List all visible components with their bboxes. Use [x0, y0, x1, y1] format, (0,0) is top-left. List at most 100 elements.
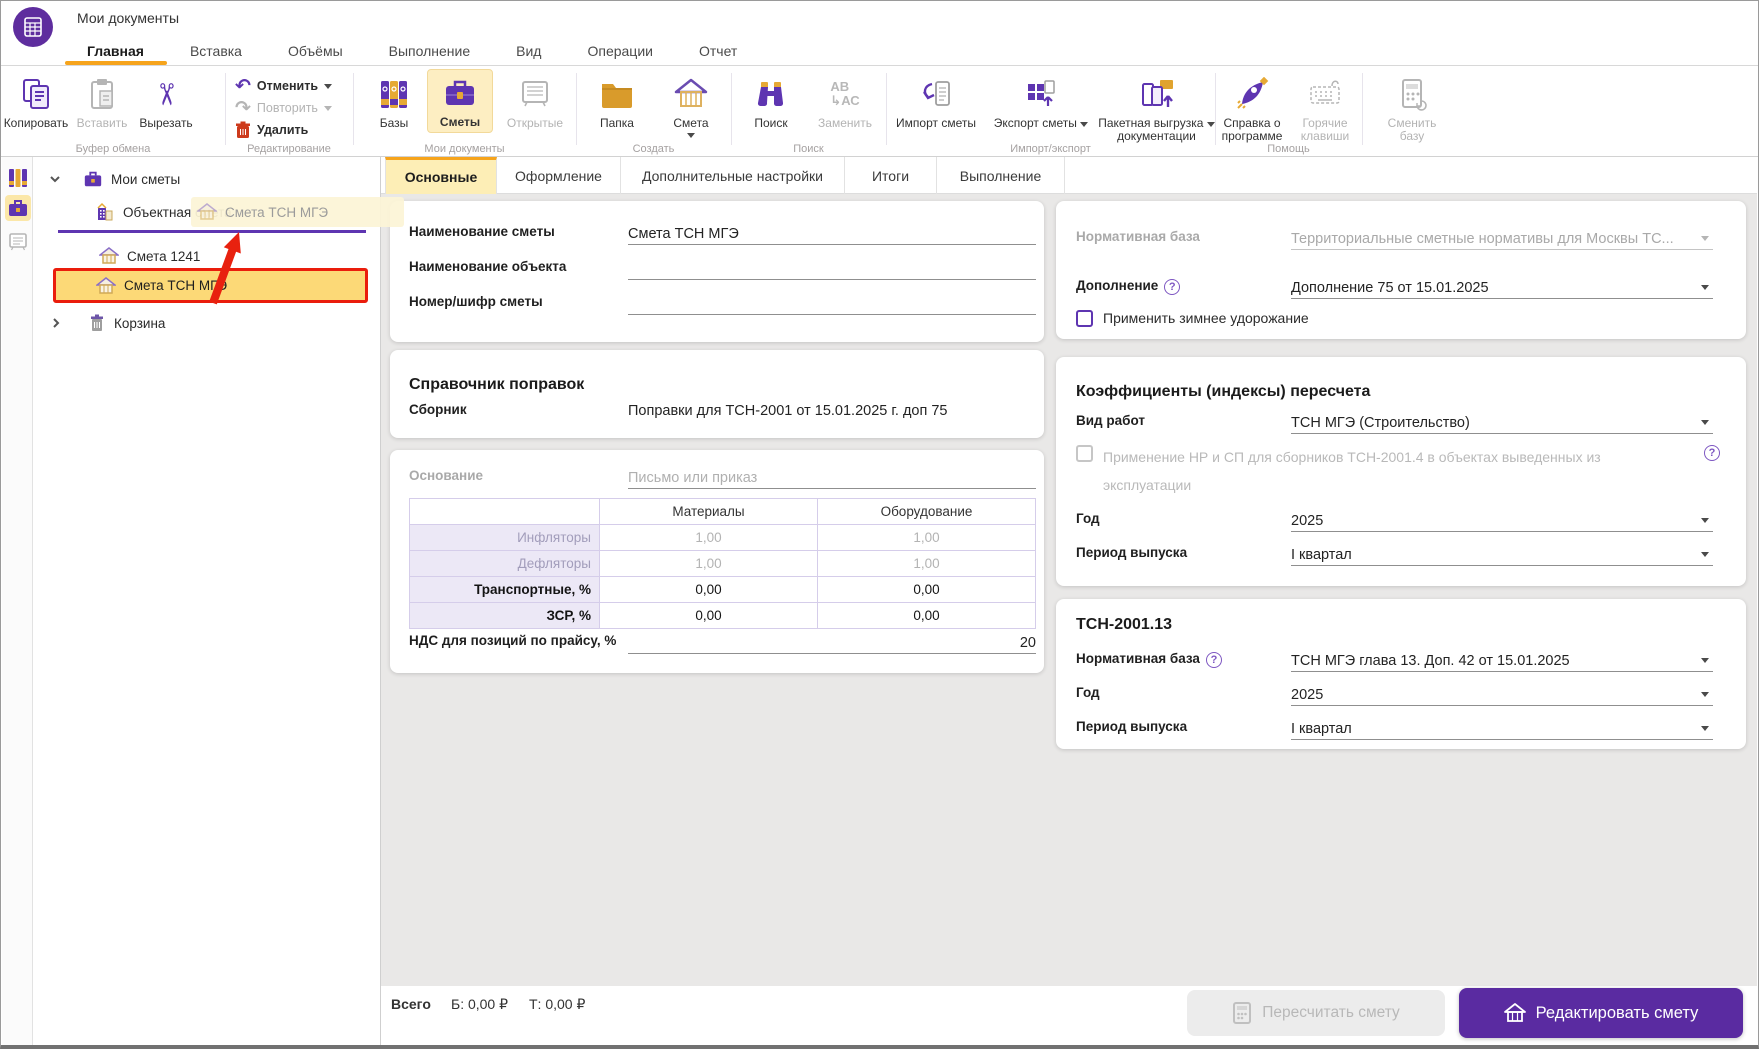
recalculate-button[interactable]: Пересчитать смету	[1187, 990, 1445, 1036]
create-estimate-button[interactable]: Смета	[656, 71, 726, 138]
base-total-value: Б: 0,00 ₽	[451, 995, 508, 1013]
ribbon-toolbar: Копировать Вставить ✂ Вырезать Буфер обм…	[1, 67, 1758, 157]
export-caret[interactable]	[1080, 122, 1088, 127]
bases-button[interactable]: Базы	[361, 71, 427, 130]
keyboard-icon	[1291, 71, 1359, 117]
replace-button[interactable]: АВ ↳АС Заменить	[809, 71, 881, 130]
ribbon-tab-glavnaya[interactable]: Главная	[87, 43, 144, 59]
ribbon-tab-vypolnenie[interactable]: Выполнение	[389, 43, 470, 59]
ribbon-tab-vid[interactable]: Вид	[516, 43, 541, 59]
tsn13-year-select[interactable]: 2025	[1291, 684, 1713, 706]
redo-button[interactable]: ↷ Повторить	[225, 97, 353, 119]
zsr-equipment-cell[interactable]: 0,00	[818, 603, 1035, 628]
group-label-my-documents: Мои документы	[353, 143, 576, 155]
tsn13-period-select[interactable]: I квартал	[1291, 718, 1713, 740]
tsn13-base-help-icon[interactable]: ?	[1206, 652, 1222, 668]
dropdown-caret	[1701, 518, 1709, 523]
batch-upload-caret[interactable]	[1207, 122, 1215, 127]
inflators-materials-cell[interactable]: 1,00	[600, 525, 818, 550]
chevron-right-icon[interactable]	[50, 317, 62, 329]
ribbon-tab-obyomy[interactable]: Объёмы	[288, 43, 343, 59]
normative-base-label: Нормативная база	[1076, 227, 1200, 247]
deflators-equipment-cell[interactable]: 1,00	[818, 551, 1035, 576]
cut-button[interactable]: ✂ Вырезать	[131, 71, 201, 130]
total-label: Всего	[391, 995, 431, 1013]
winter-costs-checkbox[interactable]	[1076, 310, 1093, 327]
copy-button[interactable]: Копировать	[3, 71, 69, 130]
undo-dropdown-caret[interactable]	[324, 84, 332, 89]
coeff-period-select[interactable]: I квартал	[1291, 544, 1713, 566]
export-estimate-button[interactable]: Экспорт сметы	[986, 71, 1096, 130]
coeff-year-select[interactable]: 2025	[1291, 510, 1713, 532]
group-import-export: Импорт сметы Экспорт сметы Пакетная выгр…	[886, 67, 1215, 157]
transport-materials-cell[interactable]: 0,00	[600, 577, 818, 602]
search-button[interactable]: Поиск	[735, 71, 807, 130]
tab-oformlenie[interactable]: Оформление	[497, 157, 621, 194]
create-folder-button[interactable]: Папка	[582, 71, 652, 130]
binders-icon	[361, 71, 427, 117]
binoculars-icon	[735, 71, 807, 117]
inflators-equipment-cell[interactable]: 1,00	[818, 525, 1035, 550]
tree-item-recycle-bin[interactable]: Корзина	[50, 309, 165, 337]
export-icon	[986, 71, 1096, 117]
object-name-field[interactable]	[628, 258, 1036, 280]
edit-estimate-button[interactable]: Редактировать смету	[1459, 988, 1743, 1038]
estimates-button[interactable]: Сметы	[427, 69, 493, 133]
group-my-documents: Базы Сметы Открытые Мои документы	[353, 67, 576, 157]
create-estimate-caret[interactable]	[687, 133, 695, 138]
redo-dropdown-caret[interactable]	[324, 106, 332, 111]
card-corrections: Справочник поправок Сборник Поправки для…	[390, 350, 1044, 438]
ribbon-tab-vstavka[interactable]: Вставка	[190, 43, 242, 59]
estimate-house-small-icon	[96, 276, 116, 296]
sbornik-value[interactable]: Поправки для ТСН-2001 от 15.01.2025 г. д…	[628, 400, 1036, 422]
delete-button[interactable]: Удалить	[225, 119, 353, 141]
tab-vypolnenie[interactable]: Выполнение	[937, 157, 1065, 194]
basis-field[interactable]: Письмо или приказ	[628, 467, 1036, 489]
paste-button[interactable]: Вставить	[69, 71, 135, 130]
rocket-icon	[1217, 71, 1287, 117]
work-type-select[interactable]: ТСН МГЭ (Строительство)	[1291, 412, 1713, 434]
document-tab-bar: Основные Оформление Дополнительные настр…	[381, 157, 1757, 194]
recycle-bin-icon	[88, 313, 106, 333]
app-logo-icon[interactable]	[13, 7, 53, 47]
vat-label: НДС для позиций по прайсу, %	[409, 631, 616, 651]
chevron-down-icon[interactable]	[49, 173, 61, 185]
import-icon	[890, 71, 982, 117]
calculator-icon	[1232, 1002, 1252, 1024]
tab-itogi[interactable]: Итоги	[845, 157, 937, 194]
dropdown-caret	[1701, 236, 1709, 241]
card-general: Наименование сметы Смета ТСН МГЭ Наимено…	[390, 201, 1044, 342]
transport-equipment-cell[interactable]: 0,00	[818, 577, 1035, 602]
batch-upload-icon	[1098, 71, 1215, 117]
rail-opened-button[interactable]	[5, 229, 31, 255]
zsr-materials-cell[interactable]: 0,00	[600, 603, 818, 628]
rail-estimates-button[interactable]	[5, 195, 31, 221]
tab-osnovnye[interactable]: Основные	[385, 157, 497, 194]
dropdown-caret	[1701, 658, 1709, 663]
dropdown-caret	[1701, 692, 1709, 697]
opened-button[interactable]: Открытые	[499, 71, 571, 130]
hotkeys-button[interactable]: Горячиеклавиши	[1291, 71, 1359, 143]
switch-base-button[interactable]: Сменитьбазу	[1370, 71, 1454, 143]
estimate-number-field[interactable]	[628, 293, 1036, 315]
batch-upload-button[interactable]: Пакетная выгрузка документации	[1098, 71, 1215, 143]
tree-item-estimate-1241[interactable]: Смета 1241	[99, 241, 200, 271]
tree-item-my-estimates[interactable]: Мои сметы	[49, 165, 180, 193]
normative-base-select[interactable]: Территориальные сметные нормативы для Мо…	[1291, 228, 1713, 250]
ribbon-tab-otchet[interactable]: Отчет	[699, 43, 737, 59]
supplement-help-icon[interactable]: ?	[1164, 279, 1180, 295]
nr-sp-checkbox[interactable]	[1076, 445, 1093, 462]
estimate-name-field[interactable]: Смета ТСН МГЭ	[628, 223, 1036, 245]
vat-field[interactable]: 20	[628, 632, 1036, 654]
rail-bases-button[interactable]	[5, 165, 31, 191]
import-estimate-button[interactable]: Импорт сметы	[890, 71, 982, 130]
deflators-materials-cell[interactable]: 1,00	[600, 551, 818, 576]
supplement-select[interactable]: Дополнение 75 от 15.01.2025	[1291, 277, 1713, 299]
about-button[interactable]: Справка опрограмме	[1217, 71, 1287, 143]
nr-sp-help-icon[interactable]: ?	[1704, 445, 1720, 461]
ribbon-tab-operacii[interactable]: Операции	[587, 43, 653, 59]
tab-dop-nastroyki[interactable]: Дополнительные настройки	[621, 157, 845, 194]
undo-button[interactable]: ↶ Отменить	[225, 75, 353, 97]
table-header-row: Материалы Оборудование	[410, 499, 1035, 525]
tsn13-base-select[interactable]: ТСН МГЭ глава 13. Доп. 42 от 15.01.2025	[1291, 650, 1713, 672]
